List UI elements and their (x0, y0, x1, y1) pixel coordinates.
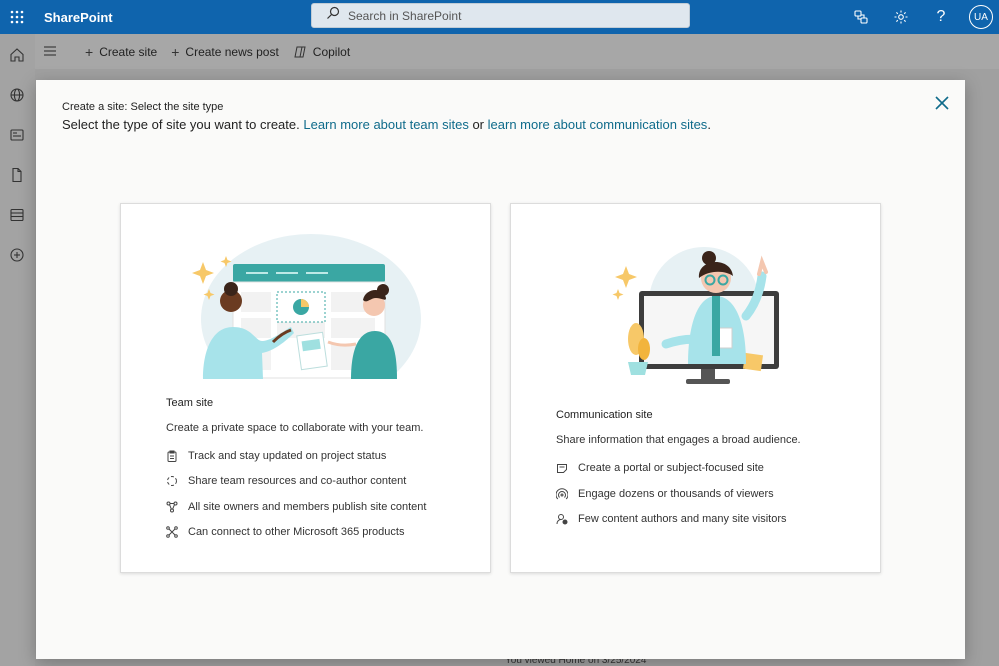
team-site-description: Create a private space to collaborate wi… (166, 422, 424, 434)
create-site-dialog: Create a site: Select the site type Sele… (36, 80, 965, 659)
subtitle-suffix: . (707, 117, 711, 132)
communication-site-card[interactable]: Communication site Share information tha… (510, 203, 881, 573)
subtitle-prefix: Select the type of site you want to crea… (62, 117, 304, 132)
search-input[interactable]: Search in SharePoint (311, 3, 690, 28)
team-feature-item: All site owners and members publish site… (166, 501, 426, 513)
news-icon[interactable] (9, 127, 25, 143)
team-feature-text: Can connect to other Microsoft 365 produ… (188, 526, 405, 538)
communication-sites-link[interactable]: learn more about communication sites (488, 117, 708, 132)
close-icon[interactable] (933, 94, 951, 112)
list-icon[interactable] (9, 207, 25, 223)
suite-bar: SharePoint Search in SharePoint ? UA (0, 0, 999, 34)
team-feature-item: Share team resources and co-author conte… (166, 475, 406, 487)
communication-site-illustration (612, 247, 779, 384)
help-icon[interactable]: ? (921, 0, 961, 34)
subtitle-middle: or (468, 117, 488, 132)
communication-feature-text: Engage dozens or thousands of viewers (578, 488, 774, 500)
team-feature-item: Can connect to other Microsoft 365 produ… (166, 526, 404, 538)
sync-icon (166, 475, 178, 487)
share-icon[interactable] (841, 0, 881, 34)
search-icon (326, 6, 340, 25)
plus-icon: + (171, 43, 180, 60)
app-name[interactable]: SharePoint (44, 10, 113, 25)
create-news-post-button[interactable]: + Create news post (171, 44, 279, 60)
create-site-label: Create site (99, 44, 158, 59)
portal-icon (556, 462, 568, 474)
person-view-icon (556, 513, 568, 525)
globe-icon[interactable] (9, 87, 25, 103)
copilot-icon (293, 45, 307, 59)
hamburger-icon[interactable] (43, 43, 73, 61)
communication-site-description: Share information that engages a broad a… (556, 434, 801, 446)
plus-icon: + (85, 43, 94, 60)
team-site-card[interactable]: Team site Create a private space to coll… (120, 203, 491, 573)
team-sites-link[interactable]: Learn more about team sites (303, 117, 468, 132)
avatar[interactable]: UA (969, 5, 993, 29)
create-news-post-label: Create news post (185, 44, 279, 59)
gear-icon[interactable] (881, 0, 921, 34)
team-feature-text: Track and stay updated on project status (188, 450, 387, 462)
communication-feature-item: Create a portal or subject-focused site (556, 462, 764, 474)
add-circle-icon[interactable] (9, 247, 25, 263)
dialog-breadcrumb: Create a site: Select the site type (62, 101, 224, 113)
dialog-subtitle: Select the type of site you want to crea… (62, 117, 711, 132)
search-placeholder: Search in SharePoint (348, 8, 462, 23)
command-bar: + Create site + Create news post Copilot (35, 34, 999, 69)
connect-icon (166, 526, 178, 538)
waffle-icon[interactable] (0, 0, 34, 34)
team-feature-text: All site owners and members publish site… (188, 501, 427, 513)
copilot-label: Copilot (312, 44, 351, 59)
communication-feature-text: Create a portal or subject-focused site (578, 462, 764, 474)
team-feature-text: Share team resources and co-author conte… (188, 475, 407, 487)
home-icon[interactable] (9, 47, 25, 63)
communication-feature-item: Few content authors and many site visito… (556, 513, 786, 525)
team-site-illustration (191, 234, 421, 379)
team-site-title: Team site (166, 397, 214, 409)
team-feature-item: Track and stay updated on project status (166, 450, 386, 462)
people-network-icon (166, 501, 178, 513)
clipboard-icon (166, 450, 178, 462)
copilot-button[interactable]: Copilot (293, 45, 350, 59)
file-icon[interactable] (9, 167, 25, 183)
communication-feature-item: Engage dozens or thousands of viewers (556, 488, 774, 500)
create-site-button[interactable]: + Create site (85, 44, 157, 60)
communication-site-title: Communication site (556, 409, 653, 421)
communication-feature-text: Few content authors and many site visito… (578, 513, 787, 525)
broadcast-icon (556, 488, 568, 500)
left-rail (0, 34, 35, 666)
